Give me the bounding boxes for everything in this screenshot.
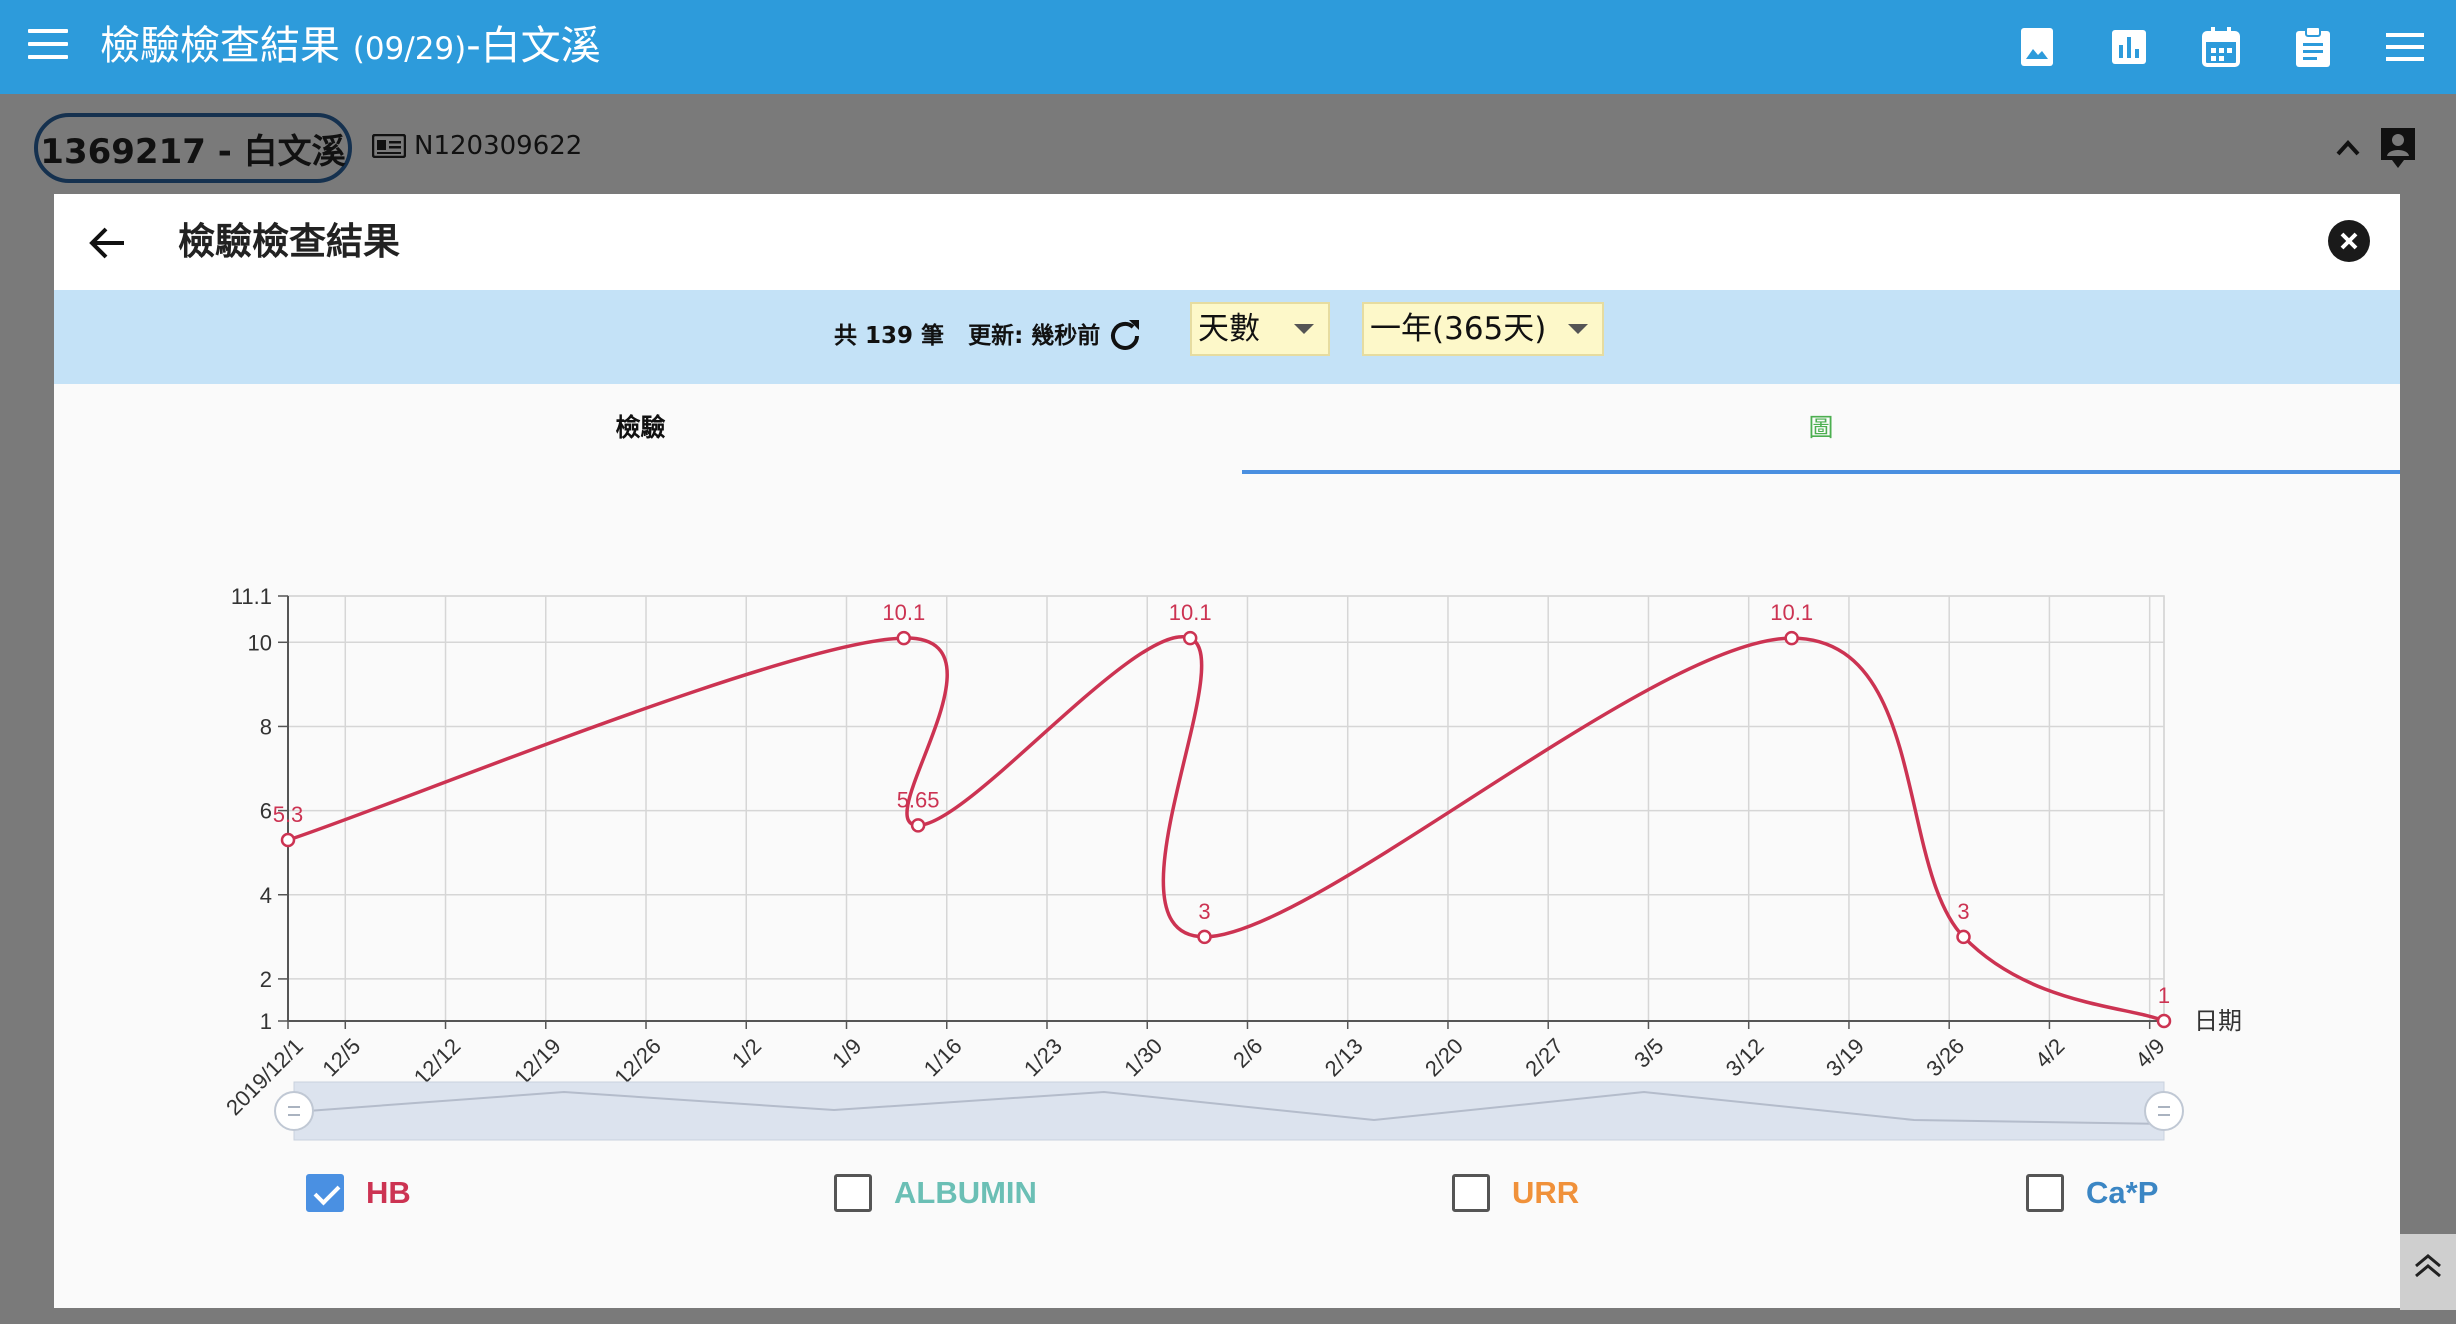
x-tick-label: 3/19 <box>1821 1033 1869 1081</box>
app-title-date: (09/29) <box>352 31 467 67</box>
x-tick-label: 4/9 <box>2130 1033 2169 1072</box>
x-tick-label: 2/27 <box>1520 1033 1568 1081</box>
hamburger-menu-icon[interactable] <box>28 29 68 65</box>
zoom-slider-handle-right[interactable] <box>2144 1091 2184 1131</box>
person-badge-icon[interactable] <box>2378 126 2418 170</box>
data-label: 5.65 <box>897 787 940 812</box>
series-line-hb <box>287 634 2165 1023</box>
image-icon[interactable] <box>2012 22 2062 72</box>
data-point <box>910 818 926 833</box>
toolbar <box>1970 22 2430 72</box>
zoom-slider-handle-left[interactable] <box>274 1091 314 1131</box>
x-tick-label: 3/5 <box>1629 1033 1668 1072</box>
data-label: 10.1 <box>882 600 925 625</box>
app-title: 檢驗檢查結果 (09/29)-白文溪 <box>100 20 601 75</box>
x-tick-label: 12/12 <box>409 1033 466 1090</box>
data-point <box>2156 1013 2172 1029</box>
patient-pill[interactable]: 1369217 - 白文溪 <box>34 113 352 183</box>
app-title-suffix: -白文溪 <box>466 23 601 69</box>
x-tick-label: 1/23 <box>1019 1033 1067 1081</box>
y-tick-label: 1 <box>260 1009 272 1034</box>
legend-item-hb[interactable]: HB <box>306 1171 411 1215</box>
legend-checkbox[interactable] <box>2026 1174 2064 1212</box>
legend-item-ca-p[interactable]: Ca*P <box>2026 1171 2158 1215</box>
x-tick-label: 1/2 <box>727 1033 766 1072</box>
x-tick-label: 2/13 <box>1320 1033 1368 1081</box>
legend-checkbox[interactable] <box>306 1174 344 1212</box>
data-label: 3 <box>1198 899 1210 924</box>
chart-area: 2019/12/1 12/5 12/12 12/19 12/26 1/2 1/9 1/16 1/… <box>54 194 2400 1308</box>
x-tick-label: 2/20 <box>1420 1033 1468 1081</box>
zoom-slider-track <box>293 1081 2165 1141</box>
x-tick-label: 1/30 <box>1119 1033 1167 1081</box>
legend-item-urr[interactable]: URR <box>1452 1171 1579 1215</box>
y-tick-label: 2 <box>260 967 272 992</box>
x-tick-label: 1/9 <box>827 1033 866 1072</box>
legend-checkbox[interactable] <box>834 1174 872 1212</box>
data-label: 5.3 <box>273 802 304 827</box>
patient-id-number: N120309622 <box>414 131 583 161</box>
x-tick-label: 2/6 <box>1228 1033 1267 1072</box>
legend-label: URR <box>1512 1175 1580 1210</box>
hb-line-chart: 2019/12/1 12/5 12/12 12/19 12/26 1/2 1/9 1/16 1/… <box>221 584 2242 1141</box>
y-tick-label: 6 <box>260 799 272 824</box>
lab-results-modal: 檢驗檢查結果 共 139 筆 更新: 幾秒前 天數 一年(365天) 檢驗 圖 … <box>54 194 2400 1308</box>
data-label: 3 <box>1957 899 1969 924</box>
x-tick-label: 3/12 <box>1721 1033 1769 1081</box>
data-point <box>1956 929 1971 945</box>
x-tick-label: 12/5 <box>317 1033 365 1081</box>
data-label: 10.1 <box>1770 600 1813 625</box>
calendar-icon[interactable] <box>2196 22 2246 72</box>
data-label: 10.1 <box>1169 600 1212 625</box>
more-menu-icon[interactable] <box>2380 22 2430 72</box>
plot-frame <box>287 595 2165 1022</box>
legend-checkbox[interactable] <box>1452 1174 1490 1212</box>
data-point <box>1784 630 1799 646</box>
legend-label: HB <box>366 1175 411 1210</box>
x-axis-label: 日期 <box>2194 1007 2242 1035</box>
app-bar: 檢驗檢查結果 (09/29)-白文溪 <box>0 0 2456 94</box>
y-tick-label: 4 <box>260 883 272 908</box>
y-tick-label: 11.1 <box>231 584 272 609</box>
x-tick-label: 3/26 <box>1921 1033 1969 1081</box>
y-tick-label: 10 <box>248 630 272 655</box>
app-title-prefix: 檢驗檢查結果 <box>100 23 340 69</box>
data-label: 1 <box>2158 983 2170 1008</box>
x-tick-label: 4/2 <box>2030 1033 2069 1072</box>
data-point <box>1182 630 1198 646</box>
legend-item-albumin[interactable]: ALBUMIN <box>834 1171 1037 1215</box>
chevron-up-icon[interactable] <box>2330 130 2366 166</box>
x-tick-label: 1/16 <box>919 1033 967 1081</box>
data-point <box>896 630 912 646</box>
data-point <box>280 832 296 848</box>
x-tick-label: 12/26 <box>609 1033 666 1090</box>
x-tick-label: 12/19 <box>509 1033 566 1090</box>
legend-label: ALBUMIN <box>894 1175 1037 1210</box>
legend-label: Ca*P <box>2086 1175 2159 1210</box>
clipboard-icon[interactable] <box>2288 22 2338 72</box>
bar-chart-icon[interactable] <box>2104 22 2154 72</box>
scroll-top-button[interactable] <box>2400 1234 2456 1310</box>
y-tick-label: 8 <box>260 714 272 739</box>
data-point <box>1197 929 1212 945</box>
id-card-icon <box>372 134 406 158</box>
